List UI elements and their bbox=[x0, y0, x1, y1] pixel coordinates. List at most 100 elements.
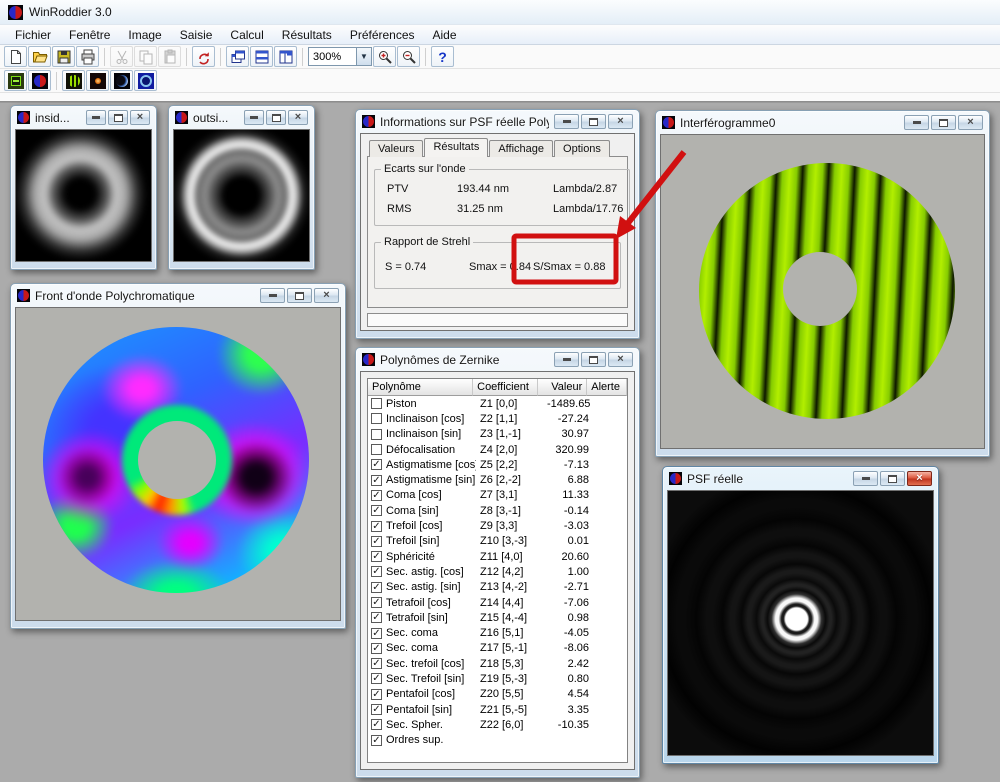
row-checkbox[interactable]: ✓ bbox=[371, 673, 382, 684]
row-checkbox[interactable]: ✓ bbox=[371, 612, 382, 623]
table-row[interactable]: ✓Sec. Trefoil [sin]Z19 [5,-3]0.80 bbox=[368, 671, 627, 686]
menu-item-aide[interactable]: Aide bbox=[424, 26, 466, 44]
close-button[interactable]: × bbox=[288, 110, 308, 125]
close-button[interactable]: × bbox=[608, 114, 633, 129]
table-row[interactable]: ✓Sec. trefoil [cos]Z18 [5,3]2.42 bbox=[368, 656, 627, 671]
table-row[interactable]: ✓Trefoil [sin]Z10 [3,-3]0.01 bbox=[368, 534, 627, 549]
row-checkbox[interactable] bbox=[371, 398, 382, 409]
row-checkbox[interactable]: ✓ bbox=[371, 704, 382, 715]
menu-item-rsultats[interactable]: Résultats bbox=[273, 26, 341, 44]
interferogram-tool-button[interactable] bbox=[62, 70, 85, 91]
table-row[interactable]: ✓Tetrafoil [sin]Z15 [4,-4]0.98 bbox=[368, 610, 627, 625]
tab-valeurs[interactable]: Valeurs bbox=[369, 140, 423, 157]
row-checkbox[interactable]: ✓ bbox=[371, 658, 382, 669]
row-checkbox[interactable]: ✓ bbox=[371, 689, 382, 700]
zoom-in-button[interactable] bbox=[373, 46, 396, 67]
row-checkbox[interactable]: ✓ bbox=[371, 628, 382, 639]
row-checkbox[interactable]: ✓ bbox=[371, 505, 382, 516]
menu-item-prfrences[interactable]: Préférences bbox=[341, 26, 424, 44]
zoom-select[interactable]: 300% ▼ bbox=[308, 47, 372, 66]
table-row[interactable]: ✓Coma [cos]Z7 [3,1]11.33 bbox=[368, 488, 627, 503]
table-row[interactable]: PistonZ1 [0,0]-1489.65 bbox=[368, 396, 627, 411]
chevron-down-icon[interactable]: ▼ bbox=[356, 48, 371, 65]
cascade-windows-button[interactable] bbox=[226, 46, 249, 67]
maximize-button[interactable] bbox=[931, 115, 956, 130]
titlebar-interferogram[interactable]: Interférogramme0 × bbox=[660, 111, 985, 134]
column-header[interactable]: Coefficient bbox=[473, 379, 538, 396]
table-row[interactable]: ✓SphéricitéZ11 [4,0]20.60 bbox=[368, 549, 627, 564]
close-button[interactable]: × bbox=[907, 471, 932, 486]
table-row[interactable]: ✓Coma [sin]Z8 [3,-1]-0.14 bbox=[368, 503, 627, 518]
tab-options[interactable]: Options bbox=[554, 140, 610, 157]
table-row[interactable]: ✓Sec. comaZ16 [5,1]-4.05 bbox=[368, 625, 627, 640]
save-button[interactable] bbox=[52, 46, 75, 67]
maximize-button[interactable] bbox=[266, 110, 286, 125]
maximize-button[interactable] bbox=[581, 352, 606, 367]
table-row[interactable]: ✓Trefoil [cos]Z9 [3,3]-3.03 bbox=[368, 518, 627, 533]
titlebar-outside[interactable]: outsi... × bbox=[173, 106, 310, 129]
close-button[interactable]: × bbox=[130, 110, 150, 125]
row-checkbox[interactable]: ✓ bbox=[371, 597, 382, 608]
table-row[interactable]: DéfocalisationZ4 [2,0]320.99 bbox=[368, 442, 627, 457]
close-button[interactable]: × bbox=[608, 352, 633, 367]
open-file-button[interactable] bbox=[28, 46, 51, 67]
zoom-out-button[interactable] bbox=[397, 46, 420, 67]
column-header[interactable]: Valeur bbox=[538, 379, 587, 396]
tile-horizontal-button[interactable] bbox=[250, 46, 273, 67]
eclipse-tool-button[interactable] bbox=[110, 70, 133, 91]
menu-item-image[interactable]: Image bbox=[119, 26, 170, 44]
table-row[interactable]: ✓Astigmatisme [sin]Z6 [2,-2]6.88 bbox=[368, 472, 627, 487]
row-checkbox[interactable] bbox=[371, 444, 382, 455]
maximize-button[interactable] bbox=[108, 110, 128, 125]
titlebar-wavefront[interactable]: Front d'onde Polychromatique × bbox=[15, 284, 341, 307]
table-row[interactable]: ✓Tetrafoil [cos]Z14 [4,4]-7.06 bbox=[368, 595, 627, 610]
minimize-button[interactable] bbox=[260, 288, 285, 303]
table-row[interactable]: ✓Pentafoil [cos]Z20 [5,5]4.54 bbox=[368, 687, 627, 702]
help-button[interactable]: ? bbox=[431, 46, 454, 67]
table-row[interactable]: ✓Sec. Spher.Z22 [6,0]-10.35 bbox=[368, 717, 627, 732]
table-row[interactable]: ✓Sec. astig. [sin]Z13 [4,-2]-2.71 bbox=[368, 580, 627, 595]
minimize-button[interactable] bbox=[86, 110, 106, 125]
logo-tool-button[interactable] bbox=[28, 70, 51, 91]
app-titlebar[interactable]: WinRoddier 3.0 bbox=[0, 0, 1000, 25]
close-button[interactable]: × bbox=[314, 288, 339, 303]
titlebar-inside[interactable]: insid... × bbox=[15, 106, 152, 129]
swirl-tool-button[interactable] bbox=[134, 70, 157, 91]
maximize-button[interactable] bbox=[880, 471, 905, 486]
tab-affichage[interactable]: Affichage bbox=[489, 140, 553, 157]
row-checkbox[interactable]: ✓ bbox=[371, 536, 382, 547]
row-checkbox[interactable]: ✓ bbox=[371, 582, 382, 593]
menu-item-fentre[interactable]: Fenêtre bbox=[60, 26, 119, 44]
minimize-button[interactable] bbox=[853, 471, 878, 486]
table-row[interactable]: ✓Sec. astig. [cos]Z12 [4,2]1.00 bbox=[368, 564, 627, 579]
menu-item-calcul[interactable]: Calcul bbox=[221, 26, 272, 44]
close-button[interactable]: × bbox=[958, 115, 983, 130]
row-checkbox[interactable]: ✓ bbox=[371, 459, 382, 470]
row-checkbox[interactable]: ✓ bbox=[371, 643, 382, 654]
column-header[interactable]: Polynôme bbox=[368, 379, 473, 396]
row-checkbox[interactable]: ✓ bbox=[371, 551, 382, 562]
row-checkbox[interactable]: ✓ bbox=[371, 719, 382, 730]
tile-vertical-button[interactable] bbox=[274, 46, 297, 67]
row-checkbox[interactable]: ✓ bbox=[371, 475, 382, 486]
refresh-button[interactable] bbox=[192, 46, 215, 67]
row-checkbox[interactable]: ✓ bbox=[371, 490, 382, 501]
maximize-button[interactable] bbox=[581, 114, 606, 129]
row-checkbox[interactable] bbox=[371, 429, 382, 440]
minimize-button[interactable] bbox=[554, 114, 579, 129]
screen-tool-button[interactable] bbox=[4, 70, 27, 91]
table-row[interactable]: ✓Ordres sup. bbox=[368, 733, 627, 748]
maximize-button[interactable] bbox=[287, 288, 312, 303]
print-button[interactable] bbox=[76, 46, 99, 67]
table-row[interactable]: ✓Astigmatisme [cos]Z5 [2,2]-7.13 bbox=[368, 457, 627, 472]
titlebar-psf[interactable]: PSF réelle × bbox=[667, 467, 934, 490]
table-row[interactable]: Inclinaison [cos]Z2 [1,1]-27.24 bbox=[368, 411, 627, 426]
menu-item-saisie[interactable]: Saisie bbox=[171, 26, 222, 44]
table-row[interactable]: Inclinaison [sin]Z3 [1,-1]30.97 bbox=[368, 427, 627, 442]
tab-rsultats[interactable]: Résultats bbox=[424, 138, 488, 157]
titlebar-zernike[interactable]: Polynômes de Zernike × bbox=[360, 348, 635, 371]
row-checkbox[interactable]: ✓ bbox=[371, 521, 382, 532]
minimize-button[interactable] bbox=[554, 352, 579, 367]
column-header[interactable]: Alerte bbox=[587, 379, 627, 396]
row-checkbox[interactable]: ✓ bbox=[371, 566, 382, 577]
